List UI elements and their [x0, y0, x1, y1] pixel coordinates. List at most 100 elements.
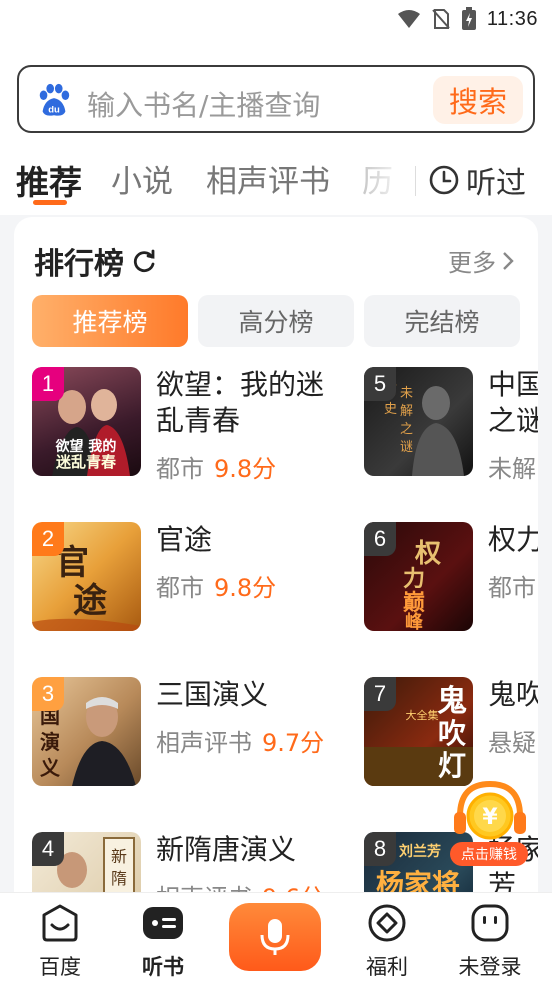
book-cover: 官 途 2 — [32, 522, 141, 631]
book-title: 三国演义 — [156, 678, 269, 711]
list-item[interactable]: 官 途 2 官途 都市 9.8分 — [32, 522, 372, 634]
rank-badge: 4 — [32, 832, 64, 866]
svg-text:大全集: 大全集 — [406, 708, 439, 722]
clock-icon — [429, 165, 459, 195]
listened-history-button[interactable]: 听过 — [428, 158, 526, 202]
book-score: 9.7分 — [262, 729, 325, 757]
book-meta: 未解 — [488, 449, 536, 484]
header: du 输入书名/主播查询 搜索 推荐 小说 相声评书 历 听过 — [0, 40, 552, 215]
book-meta: 相声评书 9.7分 — [156, 723, 324, 758]
ranking-title-text: 排行榜 — [34, 247, 124, 282]
earn-money-label: 点击赚钱 — [450, 842, 528, 866]
voice-search-button[interactable] — [229, 903, 321, 971]
book-category: 都市 — [156, 455, 204, 483]
book-title: 新隋唐演义 — [156, 833, 297, 866]
smile-face-icon — [42, 904, 78, 942]
svg-text:义: 义 — [40, 756, 60, 780]
status-icons: 11:36 — [397, 6, 538, 32]
rank-badge: 5 — [364, 367, 396, 401]
no-sim-icon — [432, 9, 450, 29]
svg-text:演: 演 — [40, 730, 60, 754]
tab-crosstalk[interactable]: 相声评书 — [206, 156, 330, 201]
book-meta: 都市 9.8分 — [156, 449, 276, 484]
book-title: 官途 — [156, 523, 213, 556]
search-button[interactable]: 搜索 — [433, 76, 523, 124]
book-meta: 都市 — [488, 568, 536, 603]
welfare-icon — [368, 904, 406, 942]
more-link[interactable]: 更多 — [448, 243, 514, 278]
rank-badge: 8 — [364, 832, 396, 866]
nav-welfare[interactable]: 福利 — [342, 903, 432, 981]
nav-login[interactable]: 未登录 — [445, 903, 535, 981]
list-item[interactable]: 历 史 未 解 之 谜 5 中国之谜 未解 — [364, 367, 538, 483]
refresh-icon[interactable] — [130, 247, 158, 275]
book-category: 都市 — [488, 574, 536, 602]
search-bar[interactable]: du 输入书名/主播查询 搜索 — [17, 65, 535, 133]
nav-audiobook-label: 听书 — [142, 955, 184, 979]
category-tabs: 推荐 小说 相声评书 历 听过 — [0, 150, 552, 210]
nav-baidu-label: 百度 — [39, 955, 81, 979]
svg-text:du: du — [48, 104, 60, 115]
search-input[interactable]: 输入书名/主播查询 — [87, 84, 320, 124]
svg-text:峰: 峰 — [405, 611, 424, 631]
user-face-icon — [471, 904, 509, 942]
status-bar: 11:36 — [0, 0, 552, 40]
svg-text:吹: 吹 — [438, 717, 466, 750]
book-category: 都市 — [156, 574, 204, 602]
svg-text:谜: 谜 — [400, 440, 413, 455]
rank-badge: 1 — [32, 367, 64, 401]
book-meta: 悬疑 — [488, 723, 536, 758]
rank-badge: 6 — [364, 522, 396, 556]
status-time: 11:36 — [486, 7, 538, 30]
coin-symbol: ¥ — [482, 805, 498, 830]
list-item[interactable]: 国 演 义 3 三国演义 相声评书 9.7分 — [32, 677, 372, 789]
tabs-divider — [415, 166, 416, 196]
earn-money-widget[interactable]: ¥ 点击赚钱 — [450, 772, 530, 872]
tab-recommend[interactable]: 推荐 — [16, 156, 82, 204]
svg-text:未: 未 — [400, 386, 413, 401]
tab-novel[interactable]: 小说 — [111, 156, 173, 201]
more-label: 更多 — [448, 249, 496, 277]
list-item[interactable]: 权 力 巅 峰 6 权力 都市 — [364, 522, 538, 634]
svg-text:史: 史 — [384, 402, 397, 417]
book-category: 相声评书 — [156, 729, 252, 757]
audiobook-icon — [143, 907, 183, 939]
rank-badge: 3 — [32, 677, 64, 711]
book-title: 鬼吹 — [488, 678, 538, 711]
cover-title: 新 — [111, 847, 127, 866]
chevron-right-icon — [503, 251, 514, 270]
subtab-finished-list[interactable]: 完结榜 — [364, 295, 520, 347]
microphone-icon — [260, 919, 290, 955]
cover-title: 权 — [414, 539, 441, 569]
book-title: 权力 — [488, 523, 538, 556]
book-score: 9.8分 — [214, 455, 277, 483]
nav-login-label: 未登录 — [458, 955, 522, 979]
subtab-recommend-list[interactable]: 推荐榜 — [32, 295, 188, 347]
coin-headphone-icon: ¥ — [454, 780, 526, 840]
baidu-paw-icon: du — [39, 83, 70, 116]
book-cover: 鬼 吹 灯 大全集 7 — [364, 677, 473, 786]
history-label: 听过 — [466, 166, 526, 201]
subtab-high-score-list[interactable]: 高分榜 — [198, 295, 354, 347]
rank-badge: 2 — [32, 522, 64, 556]
tab-active-indicator — [33, 200, 67, 205]
svg-text:隋: 隋 — [111, 869, 127, 888]
nav-audiobook[interactable]: 听书 — [118, 903, 208, 981]
bottom-nav: 百度 听书 福利 未登录 — [0, 892, 552, 981]
svg-text:之: 之 — [400, 422, 413, 437]
ranking-title: 排行榜 — [34, 239, 158, 283]
book-category: 悬疑 — [488, 729, 536, 757]
book-cover: 权 力 巅 峰 6 — [364, 522, 473, 631]
book-meta: 都市 9.8分 — [156, 568, 276, 603]
cover-title: 刘兰芳 — [399, 843, 441, 860]
nav-baidu[interactable]: 百度 — [15, 903, 105, 981]
svg-text:解: 解 — [400, 404, 413, 419]
battery-charging-icon — [461, 7, 476, 30]
cover-subtitle: 迷乱青春 — [55, 453, 116, 471]
book-cover: 欲望 我的 迷乱青春 1 — [32, 367, 141, 476]
rank-badge: 7 — [364, 677, 396, 711]
list-item[interactable]: 欲望 我的 迷乱青春 1 欲望：我的迷乱青春 都市 9.8分 — [32, 367, 372, 483]
tabs-fade — [352, 150, 422, 210]
cover-subtitle: 途 — [73, 581, 107, 621]
book-category: 未解 — [488, 455, 536, 483]
